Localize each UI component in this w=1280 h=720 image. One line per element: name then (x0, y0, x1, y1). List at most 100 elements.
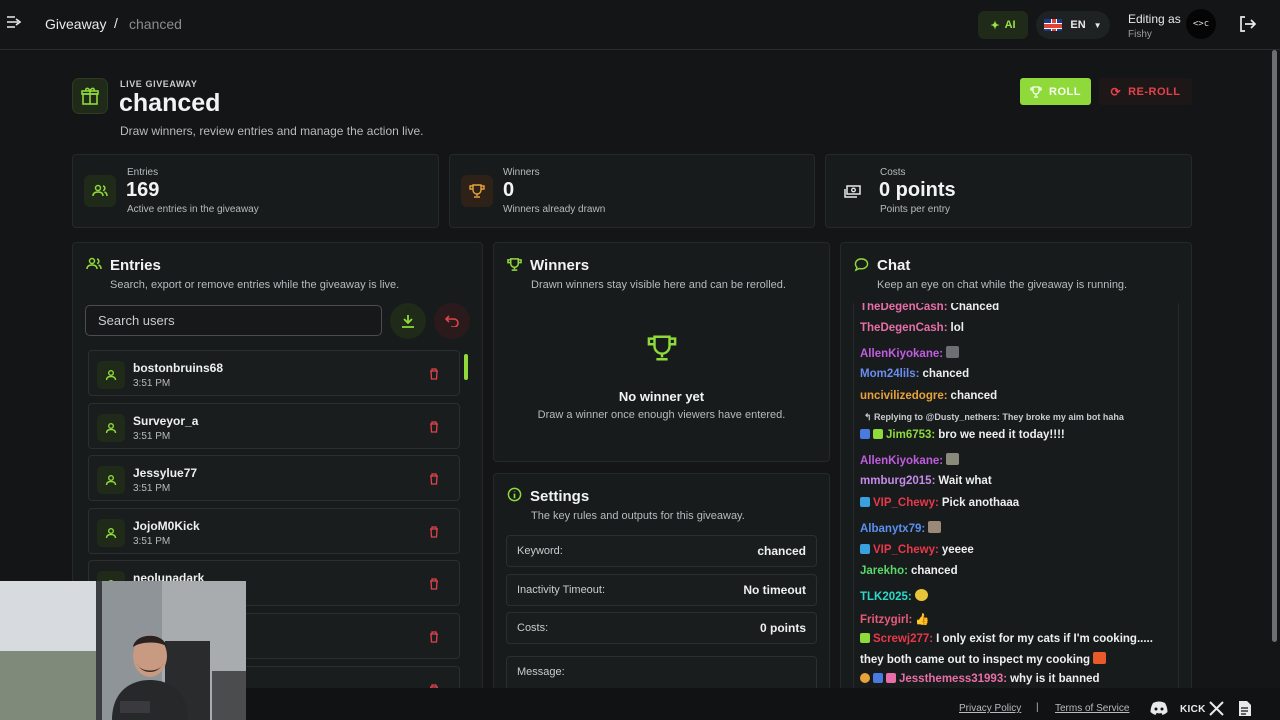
trophy-icon (1030, 85, 1042, 98)
chat-text: Wait what (938, 475, 992, 487)
undo-icon (445, 315, 459, 327)
download-icon (402, 315, 414, 328)
chat-username: Mom24lils: (860, 368, 920, 380)
chat-text: they both came out to inspect my cooking (860, 654, 1091, 666)
chat-message: Jim6753: bro we need it today!!!! (860, 429, 1065, 441)
reply-text: Replying to @Dusty_nethers: They broke m… (874, 412, 1124, 422)
privacy-policy-link[interactable]: Privacy Policy (959, 703, 1021, 714)
settings-title: Settings (530, 488, 590, 505)
menu-toggle-icon[interactable] (6, 15, 24, 33)
setting-value: 0 points (759, 621, 806, 635)
terms-of-service-link[interactable]: Terms of Service (1055, 703, 1129, 714)
document-icon[interactable] (1238, 700, 1252, 720)
chat-username: mmburg2015: (860, 475, 936, 487)
user-icon (97, 466, 125, 495)
gift-icon (72, 78, 108, 114)
setting-key: Inactivity Timeout: (517, 584, 606, 596)
chat-username: AllenKiyokane: (860, 348, 944, 360)
sparkle-icon: ✦ (990, 19, 1000, 32)
editing-user-name: Fishy (1128, 29, 1152, 40)
chat-text: yeeee (941, 544, 974, 556)
breadcrumb-current: chanced (129, 16, 182, 32)
costs-stat-sub: Points per entry (880, 204, 951, 215)
chat-message: uncivilizedogre: chanced (860, 390, 997, 402)
chat-text: chanced (950, 390, 998, 402)
setting-key: Message: (517, 666, 565, 678)
entries-stat-value: 169 (126, 179, 160, 201)
emote-icon (946, 453, 960, 465)
live-giveaway-label: LIVE GIVEAWAY (120, 79, 198, 89)
entries-subtitle: Search, export or remove entries while t… (110, 279, 400, 291)
setting-inactivity-timeout: Inactivity Timeout: No timeout (506, 574, 817, 606)
list-item[interactable]: JojoM0Kick 3:51 PM (88, 507, 460, 554)
uk-flag-icon (1044, 19, 1063, 31)
chat-reply-context: ↰ Replying to @Dusty_nethers: They broke… (864, 412, 1124, 423)
money-icon (837, 175, 869, 207)
reply-arrow-icon: ↰ (864, 412, 875, 422)
chat-log[interactable]: TheDegenCash: Chanced TheDegenCash: lol Al… (853, 303, 1179, 688)
footer-separator: | (1036, 702, 1039, 713)
entry-time: 3:51 PM (133, 430, 171, 442)
export-button[interactable] (390, 303, 426, 339)
winners-stat-sub: Winners already drawn (503, 204, 606, 215)
chat-message: AllenKiyokane: (860, 453, 960, 467)
breadcrumb-giveaway[interactable]: Giveaway (45, 16, 106, 32)
page-subtitle: Draw winners, review entries and manage … (120, 124, 424, 138)
badge-icon (860, 429, 870, 439)
trash-icon[interactable] (429, 630, 443, 644)
chat-username: Albanytx79: (860, 523, 926, 535)
entry-list-scrollbar[interactable] (464, 354, 468, 380)
list-item[interactable]: Jessylue77 3:51 PM (88, 455, 460, 502)
chat-message: TheDegenCash: lol (860, 322, 964, 334)
gift-badge-icon (886, 673, 896, 683)
x-twitter-icon[interactable] (1209, 701, 1224, 720)
page-scrollbar[interactable] (1272, 50, 1277, 642)
trash-icon[interactable] (429, 420, 443, 434)
trash-icon[interactable] (429, 367, 443, 381)
list-item[interactable]: bostonbruins68 3:51 PM (88, 350, 460, 396)
chat-message: Fritzygirl: 👍 (860, 612, 930, 626)
trash-icon[interactable] (429, 525, 443, 539)
trash-icon[interactable] (429, 577, 443, 591)
search-input[interactable] (85, 305, 382, 336)
vip-badge-icon (860, 497, 870, 507)
logout-icon[interactable] (1238, 15, 1258, 35)
kick-icon[interactable]: KICK (1180, 704, 1206, 715)
reroll-label: RE-ROLL (1128, 85, 1181, 98)
discord-icon[interactable] (1149, 701, 1169, 720)
trophy-icon (461, 175, 493, 207)
chat-username: Jessthemess31993: (899, 673, 1008, 685)
chat-username: Jarekho: (860, 565, 908, 577)
chat-username: VIP_Chewy: (873, 544, 939, 556)
avatar[interactable]: <>c (1186, 9, 1216, 39)
chat-username: VIP_Chewy: (873, 497, 939, 509)
trash-icon[interactable] (429, 472, 443, 486)
chat-message: mmburg2015: Wait what (860, 475, 992, 487)
language-label: EN (1070, 19, 1086, 31)
info-icon (507, 487, 522, 507)
users-icon (86, 257, 102, 276)
user-icon (97, 413, 125, 442)
language-selector[interactable]: EN ▼ (1036, 11, 1110, 39)
page-title: chanced (119, 89, 221, 117)
list-item[interactable]: Surveyor_a 3:51 PM (88, 402, 460, 449)
entry-time: 3:51 PM (133, 535, 171, 547)
costs-stat-label: Costs (880, 167, 906, 178)
entry-name: bostonbruins68 (133, 361, 224, 375)
chat-message: Albanytx79: (860, 521, 942, 535)
winners-stat-label: Winners (503, 167, 540, 178)
webcam-overlay (0, 581, 246, 720)
ai-button[interactable]: ✦ AI (978, 11, 1028, 39)
reroll-button[interactable]: ⟳ RE-ROLL (1099, 78, 1192, 105)
vip-badge-icon (860, 544, 870, 554)
thumbs-up-icon: 👍 (915, 614, 930, 626)
chat-message-continued: they both came out to inspect my cooking (860, 652, 1107, 666)
badge-icon (860, 673, 870, 683)
no-winner-sub: Draw a winner once enough viewers have e… (537, 409, 786, 421)
roll-button[interactable]: ROLL (1020, 78, 1091, 105)
user-icon (97, 361, 125, 389)
emote-icon (928, 521, 942, 533)
roll-label: ROLL (1049, 85, 1081, 98)
chat-text: why is it banned (1010, 673, 1100, 685)
undo-button[interactable] (434, 303, 470, 339)
